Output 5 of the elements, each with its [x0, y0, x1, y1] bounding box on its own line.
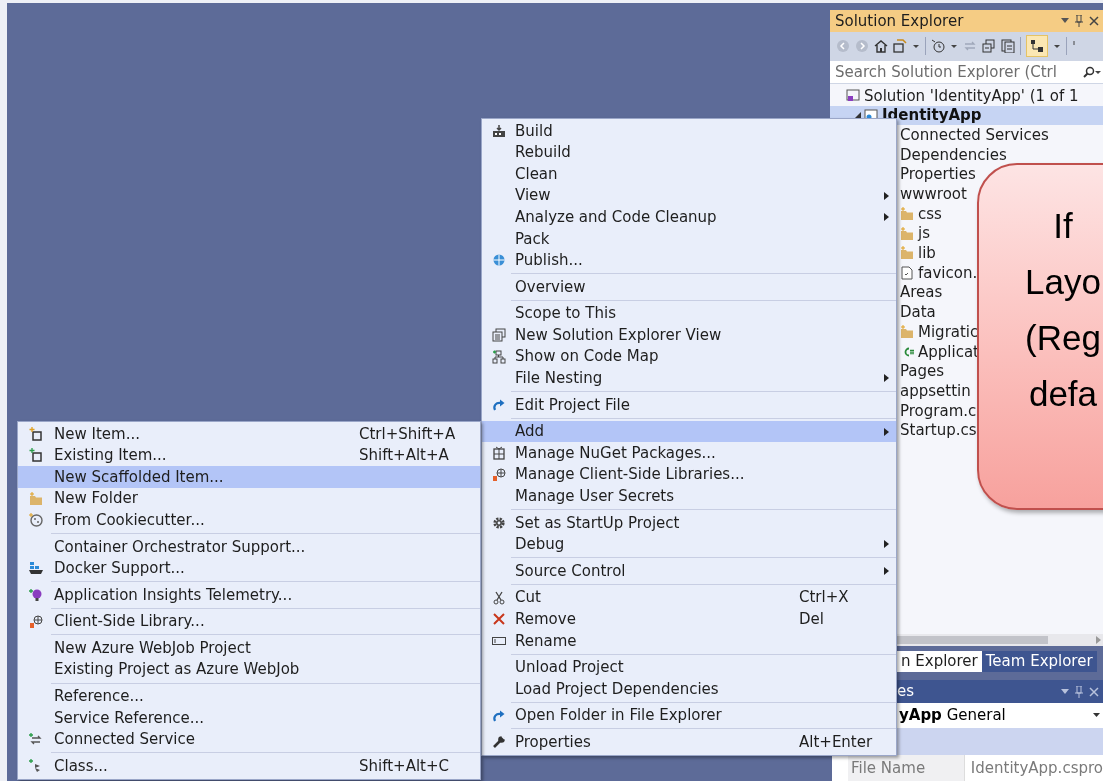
property-name: File Name [848, 755, 965, 781]
panel-title: es [897, 681, 916, 703]
panel-title: Solution Explorer [835, 10, 965, 32]
property-value: IdentityApp.cspro [969, 757, 1103, 779]
callout-text: If Layo (Reg defa [1025, 205, 1101, 415]
